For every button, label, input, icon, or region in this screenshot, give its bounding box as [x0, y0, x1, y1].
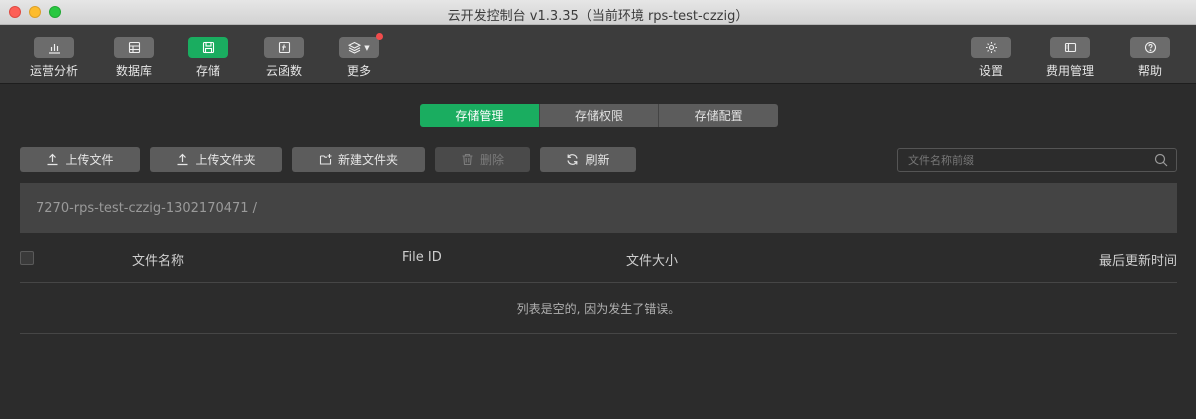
delete-button[interactable]: 删除: [435, 147, 530, 172]
toolbar-button-settings[interactable]: [971, 37, 1011, 58]
window-title: 云开发控制台 v1.3.35（当前环境 rps-test-czzig）: [447, 9, 749, 24]
select-all-checkbox[interactable]: [20, 251, 34, 265]
main-toolbar: 运营分析 数据库 存储 云函数 ▼ 更多 设置 费用管理 帮助: [0, 25, 1196, 84]
toolbar-label: 云函数: [265, 64, 302, 78]
toolbar-button-cloud-function[interactable]: [264, 37, 304, 58]
refresh-label: 刷新: [585, 153, 610, 167]
cloud-function-icon: [278, 41, 290, 54]
tab-storage-management[interactable]: 存储管理: [420, 104, 539, 127]
gear-icon: [985, 42, 997, 53]
toolbar-button-analytics[interactable]: [34, 37, 74, 58]
toolbar-label: 帮助: [1137, 64, 1162, 78]
upload-file-button[interactable]: 上传文件: [20, 147, 140, 172]
toolbar-button-more[interactable]: ▼: [339, 33, 383, 58]
toolbar-label: 存储: [195, 64, 220, 78]
column-header-file-id[interactable]: File ID: [402, 250, 442, 265]
search-icon[interactable]: [1154, 153, 1168, 167]
upload-folder-button[interactable]: 上传文件夹: [150, 147, 282, 172]
toolbar-item-storage[interactable]: 存储: [173, 37, 243, 79]
file-search-box: [897, 148, 1177, 172]
table-header: 文件名称 File ID 文件大小 最后更新时间: [20, 240, 1177, 283]
upload-icon: [47, 153, 58, 166]
help-icon: [1144, 41, 1156, 54]
refresh-button[interactable]: 刷新: [540, 147, 636, 172]
search-input[interactable]: [898, 149, 1138, 172]
column-header-file-size[interactable]: 文件大小: [626, 250, 678, 269]
new-folder-label: 新建文件夹: [337, 153, 398, 167]
database-icon: [128, 41, 140, 54]
notification-dot-icon: [376, 33, 383, 40]
empty-state-message: 列表是空的, 因为发生了错误。: [20, 284, 1177, 334]
column-header-file-name[interactable]: 文件名称: [132, 250, 184, 269]
toolbar-item-help[interactable]: 帮助: [1115, 37, 1185, 79]
toolbar-item-settings[interactable]: 设置: [956, 37, 1026, 79]
toolbar-item-database[interactable]: 数据库: [99, 37, 169, 79]
chevron-down-icon: ▼: [364, 43, 370, 52]
toolbar-button-storage[interactable]: [188, 37, 228, 58]
layers-icon: [348, 41, 362, 54]
toolbar-label: 设置: [978, 64, 1003, 78]
breadcrumb-path[interactable]: 7270-rps-test-czzig-1302170471 /: [36, 201, 257, 216]
tab-storage-permissions[interactable]: 存储权限: [538, 104, 659, 127]
upload-icon: [177, 153, 188, 166]
title-bar: 云开发控制台 v1.3.35（当前环境 rps-test-czzig）: [0, 0, 1196, 25]
upload-file-label: 上传文件: [65, 153, 114, 167]
toolbar-label: 费用管理: [1045, 64, 1094, 78]
toolbar-item-more[interactable]: ▼ 更多: [324, 33, 394, 79]
new-folder-icon: [319, 154, 332, 165]
toolbar-item-billing[interactable]: 费用管理: [1035, 37, 1105, 79]
toolbar-item-analytics[interactable]: 运营分析: [19, 37, 89, 79]
billing-icon: [1064, 42, 1076, 53]
toolbar-label: 运营分析: [29, 64, 78, 78]
toolbar-label: 更多: [346, 64, 371, 78]
column-header-last-updated[interactable]: 最后更新时间: [1099, 250, 1177, 269]
breadcrumb: 7270-rps-test-czzig-1302170471 /: [20, 183, 1177, 233]
new-folder-button[interactable]: 新建文件夹: [292, 147, 425, 172]
toolbar-button-help[interactable]: [1130, 37, 1170, 58]
trash-icon: [462, 153, 473, 166]
refresh-icon: [567, 154, 579, 165]
toolbar-item-cloud-function[interactable]: 云函数: [249, 37, 319, 79]
storage-icon: [202, 41, 214, 54]
upload-folder-label: 上传文件夹: [195, 153, 256, 167]
delete-label: 删除: [479, 153, 504, 167]
bar-chart-icon: [48, 44, 60, 54]
toolbar-label: 数据库: [115, 64, 152, 78]
toolbar-button-billing[interactable]: [1050, 37, 1090, 58]
toolbar-button-database[interactable]: [114, 37, 154, 58]
storage-tabs: 存储管理 存储权限 存储配置: [420, 104, 778, 127]
tab-storage-config[interactable]: 存储配置: [658, 104, 778, 127]
